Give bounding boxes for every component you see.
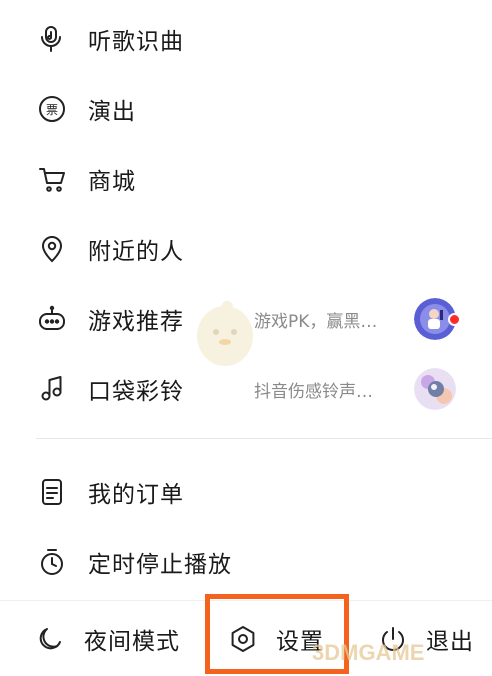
timer-icon <box>36 546 68 578</box>
menu-item-song-recognition[interactable]: 听歌识曲 <box>0 4 492 74</box>
order-document-icon <box>36 476 68 508</box>
logout-label: 退出 <box>426 629 474 655</box>
microphone-music-icon <box>36 23 68 55</box>
menu-item-label: 定时停止播放 <box>88 552 232 578</box>
gamepad-icon <box>36 303 68 335</box>
menu-item-mall[interactable]: 商城 <box>0 144 492 214</box>
menu-item-label: 商城 <box>88 169 136 195</box>
ringtone-promo-text: 抖音伤感铃声… <box>254 381 373 402</box>
night-mode-label: 夜间模式 <box>84 629 180 655</box>
svg-text:票: 票 <box>46 103 58 117</box>
menu-item-label: 听歌识曲 <box>88 29 184 55</box>
site-watermark: 3DMGAME <box>312 640 425 665</box>
ticket-icon: 票 <box>36 93 68 125</box>
game-promo-text: 游戏PK，赢黑… <box>254 311 378 332</box>
night-mode-button[interactable]: 夜间模式 <box>36 601 180 676</box>
menu-item-label: 附近的人 <box>88 239 184 265</box>
music-note-icon <box>36 373 68 405</box>
ringtone-avatar <box>414 368 456 410</box>
menu-item-shows[interactable]: 票 演出 <box>0 74 492 144</box>
menu-item-label: 游戏推荐 <box>88 309 184 335</box>
menu-item-label: 我的订单 <box>88 482 184 508</box>
menu-item-label: 演出 <box>88 99 136 125</box>
cart-icon <box>36 163 68 195</box>
location-pin-icon <box>36 233 68 265</box>
menu-item-nearby-people[interactable]: 附近的人 <box>0 214 492 284</box>
menu-item-sleep-timer[interactable]: 定时停止播放 <box>0 527 492 597</box>
menu-item-label: 口袋彩铃 <box>88 379 184 405</box>
mascot-watermark-icon <box>190 292 260 372</box>
notification-badge <box>448 312 461 326</box>
menu-item-my-orders[interactable]: 我的订单 <box>0 457 492 527</box>
section-divider <box>36 438 492 439</box>
moon-icon <box>36 624 66 654</box>
